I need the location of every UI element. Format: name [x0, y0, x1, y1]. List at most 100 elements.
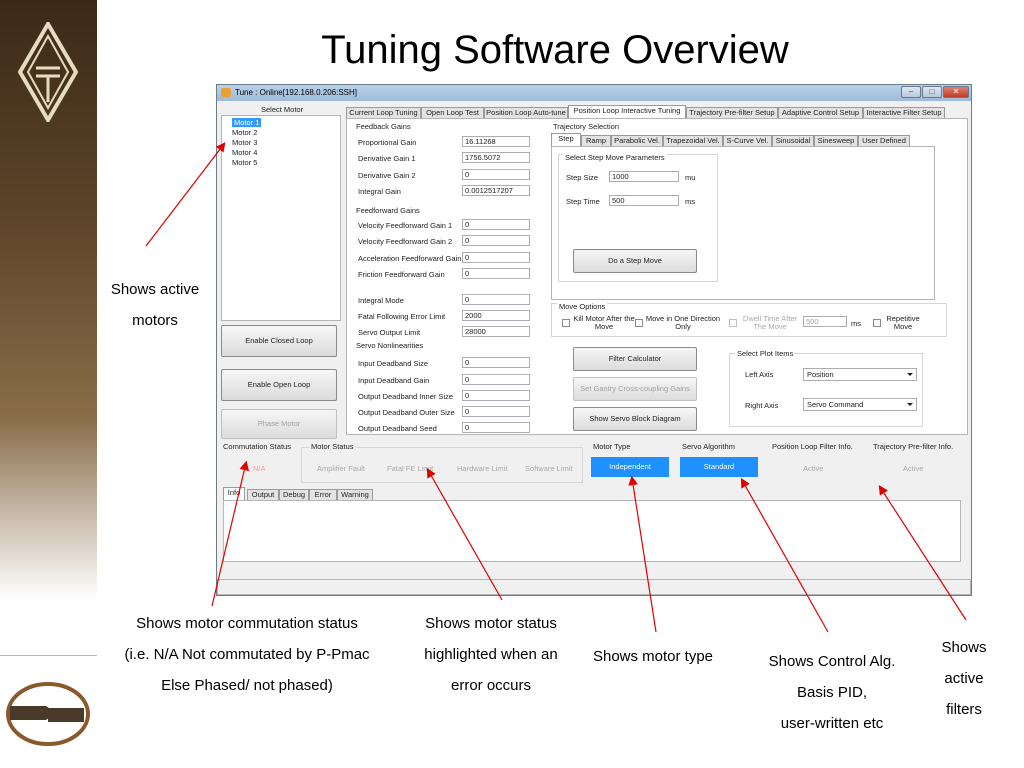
arrow-active-motors — [145, 142, 226, 247]
caption-motor-status: Shows motor status highlighted when an e… — [408, 608, 574, 701]
gantry-gains-button[interactable]: Set Gantry Cross-coupling Gains — [573, 377, 697, 401]
traj-tab-parabolic[interactable]: Parabolic Vel. — [611, 135, 663, 146]
fatal-fe-limit-indicator: Fatal FE Limit — [387, 464, 434, 473]
repetitive-move-checkbox[interactable] — [873, 319, 881, 327]
software-limit-indicator: Software Limit — [525, 464, 573, 473]
feedback-gains-title: Feedback Gains — [356, 122, 411, 131]
info-output-area[interactable] — [223, 500, 961, 562]
enable-open-loop-button[interactable]: Enable Open Loop — [221, 369, 337, 401]
traj-tab-user-defined[interactable]: User Defined — [858, 135, 910, 146]
proportional-gain-field[interactable]: 16.11268 — [462, 136, 530, 147]
chevron-down-icon — [907, 403, 913, 406]
filter-calculator-button[interactable]: Filter Calculator — [573, 347, 697, 371]
new-ideas-in-motion-logo-icon — [6, 682, 90, 746]
one-direction-label: Move in One Direction Only — [645, 314, 721, 331]
step-size-field[interactable]: 1000 — [609, 171, 679, 182]
traj-tab-trapezoidal[interactable]: Trapezoidal Vel. — [663, 135, 723, 146]
status-bar — [217, 579, 971, 595]
output-deadband-outer-field[interactable]: 0 — [462, 406, 530, 417]
caption-line: Shows motor commutation status — [136, 615, 358, 632]
tab-current-loop-tuning[interactable]: Current Loop Tuning — [346, 107, 421, 118]
gain-label: Acceleration Feedforward Gain — [358, 254, 462, 263]
caption-line: highlighted when an — [424, 646, 558, 663]
caption-filters: Shows active filters — [926, 632, 1002, 725]
select-motor-header: Select Motor — [261, 105, 304, 114]
dwell-time-label: Dwell Time After The Move — [742, 314, 798, 331]
traj-tab-sinesweep[interactable]: Sinesweep — [814, 135, 858, 146]
dwell-time-field[interactable]: 500 — [803, 316, 847, 327]
commutation-status-value: N/A — [253, 464, 266, 473]
gain-label: Friction Feedforward Gain — [358, 270, 445, 279]
gain-label: Input Deadband Size — [358, 359, 429, 368]
fatal-fe-limit-field[interactable]: 2000 — [462, 310, 530, 321]
slide-title: Tuning Software Overview — [321, 28, 789, 72]
position-filter-value: Active — [803, 464, 824, 473]
tab-position-loop-interactive-tuning[interactable]: Position Loop Interactive Tuning — [568, 105, 686, 118]
traj-tab-step[interactable]: Step — [551, 133, 581, 146]
bottom-tab-output[interactable]: Output — [247, 489, 279, 500]
maximize-button[interactable]: □ — [922, 86, 942, 98]
motor-tree-item[interactable]: Motor 5 — [232, 158, 257, 167]
caption-line: filters — [946, 701, 982, 718]
output-deadband-seed-field[interactable]: 0 — [462, 422, 530, 433]
tab-interactive-filter-setup[interactable]: Interactive Filter Setup — [863, 107, 945, 118]
amplifier-fault-indicator: Amplifier Fault — [317, 464, 365, 473]
footer-divider — [0, 655, 97, 656]
velocity-ff-gain-2-field[interactable]: 0 — [462, 235, 530, 246]
gain-label: Output Deadband Seed — [358, 424, 437, 433]
output-deadband-inner-field[interactable]: 0 — [462, 390, 530, 401]
step-params-title: Select Step Move Parameters — [563, 153, 667, 162]
derivative-gain-2-field[interactable]: 0 — [462, 169, 530, 180]
integral-gain-field[interactable]: 0.0012517207 — [462, 185, 530, 196]
kill-motor-checkbox[interactable] — [562, 319, 570, 327]
input-deadband-size-field[interactable]: 0 — [462, 357, 530, 368]
tab-position-loop-auto-tune[interactable]: Position Loop Auto-tune — [484, 107, 568, 118]
company-logo-icon — [18, 22, 78, 122]
motor-type-value: Independent — [591, 457, 669, 477]
chevron-down-icon — [907, 373, 913, 376]
do-step-move-button[interactable]: Do a Step Move — [573, 249, 697, 273]
traj-tab-sinusoidal[interactable]: Sinusoidal — [772, 135, 814, 146]
minimize-button[interactable]: – — [901, 86, 921, 98]
gain-label: Velocity Feedforward Gain 1 — [358, 221, 453, 230]
servo-block-diagram-button[interactable]: Show Servo Block Diagram — [573, 407, 697, 431]
enable-closed-loop-button[interactable]: Enable Closed Loop — [221, 325, 337, 357]
tab-trajectory-prefilter-setup[interactable]: Trajectory Pre-filter Setup — [686, 107, 778, 118]
tab-adaptive-control-setup[interactable]: Adaptive Control Setup — [778, 107, 863, 118]
dwell-time-checkbox[interactable] — [729, 319, 737, 327]
trajectory-selection-title: Trajectory Selection — [553, 122, 619, 131]
traj-tab-ramp[interactable]: Ramp — [581, 135, 611, 146]
gain-label: Velocity Feedforward Gain 2 — [358, 237, 453, 246]
bottom-tab-info[interactable]: Info — [223, 487, 245, 500]
bottom-tab-debug[interactable]: Debug — [279, 489, 309, 500]
phase-motor-button[interactable]: Phase Motor — [221, 409, 337, 439]
acceleration-ff-gain-field[interactable]: 0 — [462, 252, 530, 263]
step-time-label: Step Time — [566, 197, 600, 206]
input-deadband-gain-field[interactable]: 0 — [462, 374, 530, 385]
derivative-gain-1-field[interactable]: 1756.5072 — [462, 152, 530, 163]
friction-ff-gain-field[interactable]: 0 — [462, 268, 530, 279]
bottom-tab-error[interactable]: Error — [309, 489, 337, 500]
traj-tab-scurve[interactable]: S-Curve Vel. — [723, 135, 772, 146]
bottom-tab-warning[interactable]: Warning — [337, 489, 373, 500]
motor-tree-item[interactable]: Motor 2 — [232, 128, 257, 137]
one-direction-checkbox[interactable] — [635, 319, 643, 327]
tab-open-loop-test[interactable]: Open Loop Test — [421, 107, 484, 118]
caption-active-motors: Shows active motors — [100, 274, 210, 336]
left-axis-select[interactable]: Position — [803, 368, 917, 381]
motor-tree-item[interactable]: Motor 1 — [232, 118, 262, 127]
step-time-field[interactable]: 500 — [609, 195, 679, 206]
integral-mode-field[interactable]: 0 — [462, 294, 530, 305]
close-button[interactable]: ✕ — [943, 86, 969, 98]
dwell-time-unit: ms — [851, 319, 861, 328]
right-axis-label: Right Axis — [745, 401, 779, 410]
motor-tree-item[interactable]: Motor 3 — [232, 138, 257, 147]
servo-output-limit-field[interactable]: 28000 — [462, 326, 530, 337]
repetitive-move-label: Repetitive Move — [886, 314, 920, 331]
motor-tree-item[interactable]: Motor 4 — [232, 148, 257, 157]
velocity-ff-gain-1-field[interactable]: 0 — [462, 219, 530, 230]
step-size-label: Step Size — [566, 173, 599, 182]
caption-line: user-written etc — [780, 715, 884, 732]
right-axis-select[interactable]: Servo Command — [803, 398, 917, 411]
gain-label: Fatal Following Error Limit — [358, 312, 446, 321]
